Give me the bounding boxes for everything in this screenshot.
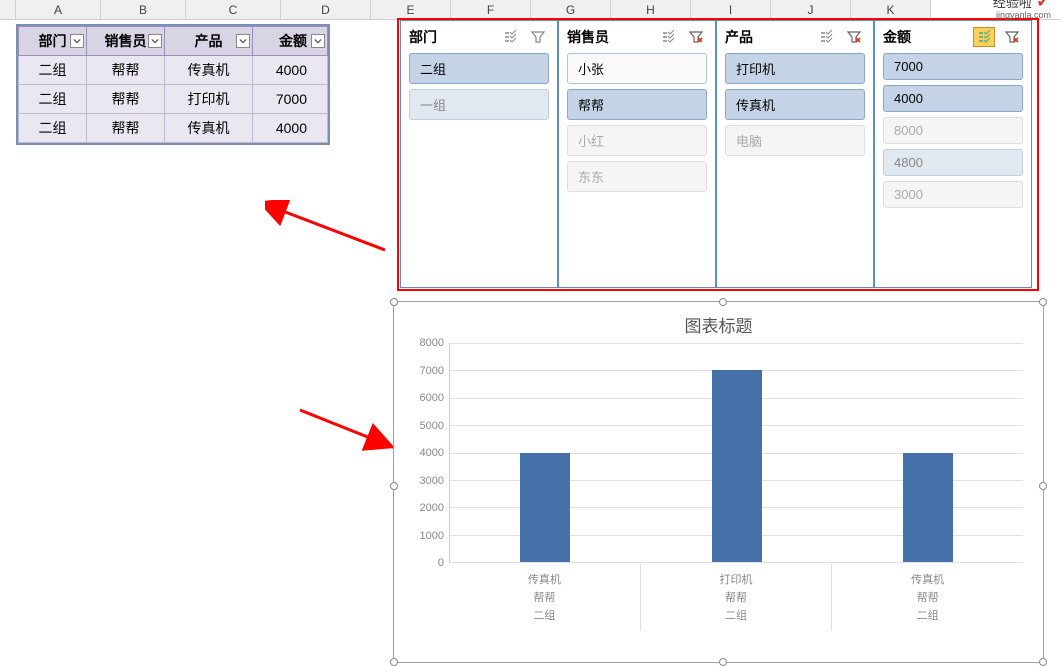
chart-bar[interactable] [520, 453, 570, 563]
watermark: 经验啦 ✓ jingyanla.com [993, 0, 1051, 12]
chart-bar[interactable] [712, 370, 762, 562]
slicer-item[interactable]: 8000 [883, 117, 1023, 144]
slicer-item[interactable]: 7000 [883, 53, 1023, 80]
slicer[interactable]: 部门二组一组 [400, 20, 558, 288]
table-cell[interactable]: 传真机 [165, 56, 253, 85]
table-cell[interactable]: 二组 [19, 85, 87, 114]
y-axis-tick: 4000 [404, 447, 444, 459]
slicer-item[interactable]: 东东 [567, 161, 707, 192]
table-cell[interactable]: 二组 [19, 56, 87, 85]
slicer-item[interactable]: 4800 [883, 149, 1023, 176]
chart-container[interactable]: 图表标题 010002000300040005000600070008000 传… [393, 301, 1044, 663]
column-header[interactable]: C [186, 0, 281, 19]
slicer[interactable]: 金额 7000 4000 8000 4800 3000 [874, 20, 1032, 288]
column-header[interactable]: I [691, 0, 771, 19]
slicer-title: 部门 [409, 27, 493, 47]
column-header[interactable]: K [851, 0, 931, 19]
clear-filter-icon[interactable] [527, 27, 549, 47]
column-header[interactable]: D [281, 0, 371, 19]
filter-dropdown-icon[interactable] [70, 34, 84, 48]
slicer-item[interactable]: 二组 [409, 53, 549, 84]
slicer-item[interactable]: 一组 [409, 89, 549, 120]
arrow-icon [265, 200, 395, 260]
slicer-item[interactable]: 帮帮 [567, 89, 707, 120]
slicer-item[interactable]: 小红 [567, 125, 707, 156]
y-axis-tick: 0 [404, 557, 444, 569]
y-axis-tick: 1000 [404, 530, 444, 542]
column-header[interactable]: B [101, 0, 186, 19]
table-header[interactable]: 产品 [165, 27, 253, 56]
x-axis-label-group: 传真机帮帮二组 [449, 563, 641, 631]
table-row[interactable]: 二组帮帮打印机7000 [19, 85, 328, 114]
clear-filter-icon[interactable] [1001, 27, 1023, 47]
slicer-title: 销售员 [567, 27, 651, 47]
arrow-icon [290, 400, 410, 460]
multi-select-icon[interactable] [499, 27, 521, 47]
table-cell[interactable]: 帮帮 [87, 85, 165, 114]
table-row[interactable]: 二组帮帮传真机4000 [19, 56, 328, 85]
table-cell[interactable]: 二组 [19, 114, 87, 143]
table-header[interactable]: 金额 [253, 27, 328, 56]
y-axis-tick: 8000 [404, 337, 444, 349]
filter-dropdown-icon[interactable] [236, 34, 250, 48]
table-cell[interactable]: 7000 [253, 85, 328, 114]
column-header[interactable]: F [451, 0, 531, 19]
column-header[interactable]: A [16, 0, 101, 19]
slicer[interactable]: 销售员小张帮帮小红东东 [558, 20, 716, 288]
multi-select-icon[interactable] [815, 27, 837, 47]
y-axis-tick: 2000 [404, 502, 444, 514]
y-axis-tick: 5000 [404, 420, 444, 432]
table-cell[interactable]: 打印机 [165, 85, 253, 114]
slicer-item[interactable]: 电脑 [725, 125, 865, 156]
slicer-title: 产品 [725, 27, 809, 47]
column-header[interactable]: E [371, 0, 451, 19]
filter-dropdown-icon[interactable] [148, 34, 162, 48]
chart-bar[interactable] [903, 453, 953, 563]
column-header[interactable]: H [611, 0, 691, 19]
y-axis-tick: 6000 [404, 392, 444, 404]
x-axis-label-group: 传真机帮帮二组 [832, 563, 1023, 631]
y-axis-tick: 7000 [404, 365, 444, 377]
clear-filter-icon[interactable] [843, 27, 865, 47]
slicer-item[interactable]: 打印机 [725, 53, 865, 84]
data-table[interactable]: 部门销售员产品金额 二组帮帮传真机4000二组帮帮打印机7000二组帮帮传真机4… [16, 24, 330, 145]
x-axis-label-group: 打印机帮帮二组 [641, 563, 833, 631]
column-header-row: ABCDEFGHIJK [0, 0, 1061, 20]
multi-select-icon[interactable] [657, 27, 679, 47]
slicer[interactable]: 产品打印机传真机电脑 [716, 20, 874, 288]
slicer-item[interactable]: 小张 [567, 53, 707, 84]
clear-filter-icon[interactable] [685, 27, 707, 47]
table-header[interactable]: 部门 [19, 27, 87, 56]
table-cell[interactable]: 帮帮 [87, 56, 165, 85]
table-cell[interactable]: 4000 [253, 114, 328, 143]
table-row[interactable]: 二组帮帮传真机4000 [19, 114, 328, 143]
table-cell[interactable]: 传真机 [165, 114, 253, 143]
table-cell[interactable]: 4000 [253, 56, 328, 85]
slicer-item[interactable]: 3000 [883, 181, 1023, 208]
table-header[interactable]: 销售员 [87, 27, 165, 56]
multi-select-icon[interactable] [973, 27, 995, 47]
column-header[interactable]: J [771, 0, 851, 19]
table-cell[interactable]: 帮帮 [87, 114, 165, 143]
slicer-title: 金额 [883, 27, 967, 47]
y-axis-tick: 3000 [404, 475, 444, 487]
chart-title[interactable]: 图表标题 [394, 302, 1043, 343]
column-header[interactable]: G [531, 0, 611, 19]
slicer-item[interactable]: 4000 [883, 85, 1023, 112]
slicer-item[interactable]: 传真机 [725, 89, 865, 120]
filter-dropdown-icon[interactable] [311, 34, 325, 48]
chart-plot-area[interactable]: 010002000300040005000600070008000 [449, 343, 1023, 563]
